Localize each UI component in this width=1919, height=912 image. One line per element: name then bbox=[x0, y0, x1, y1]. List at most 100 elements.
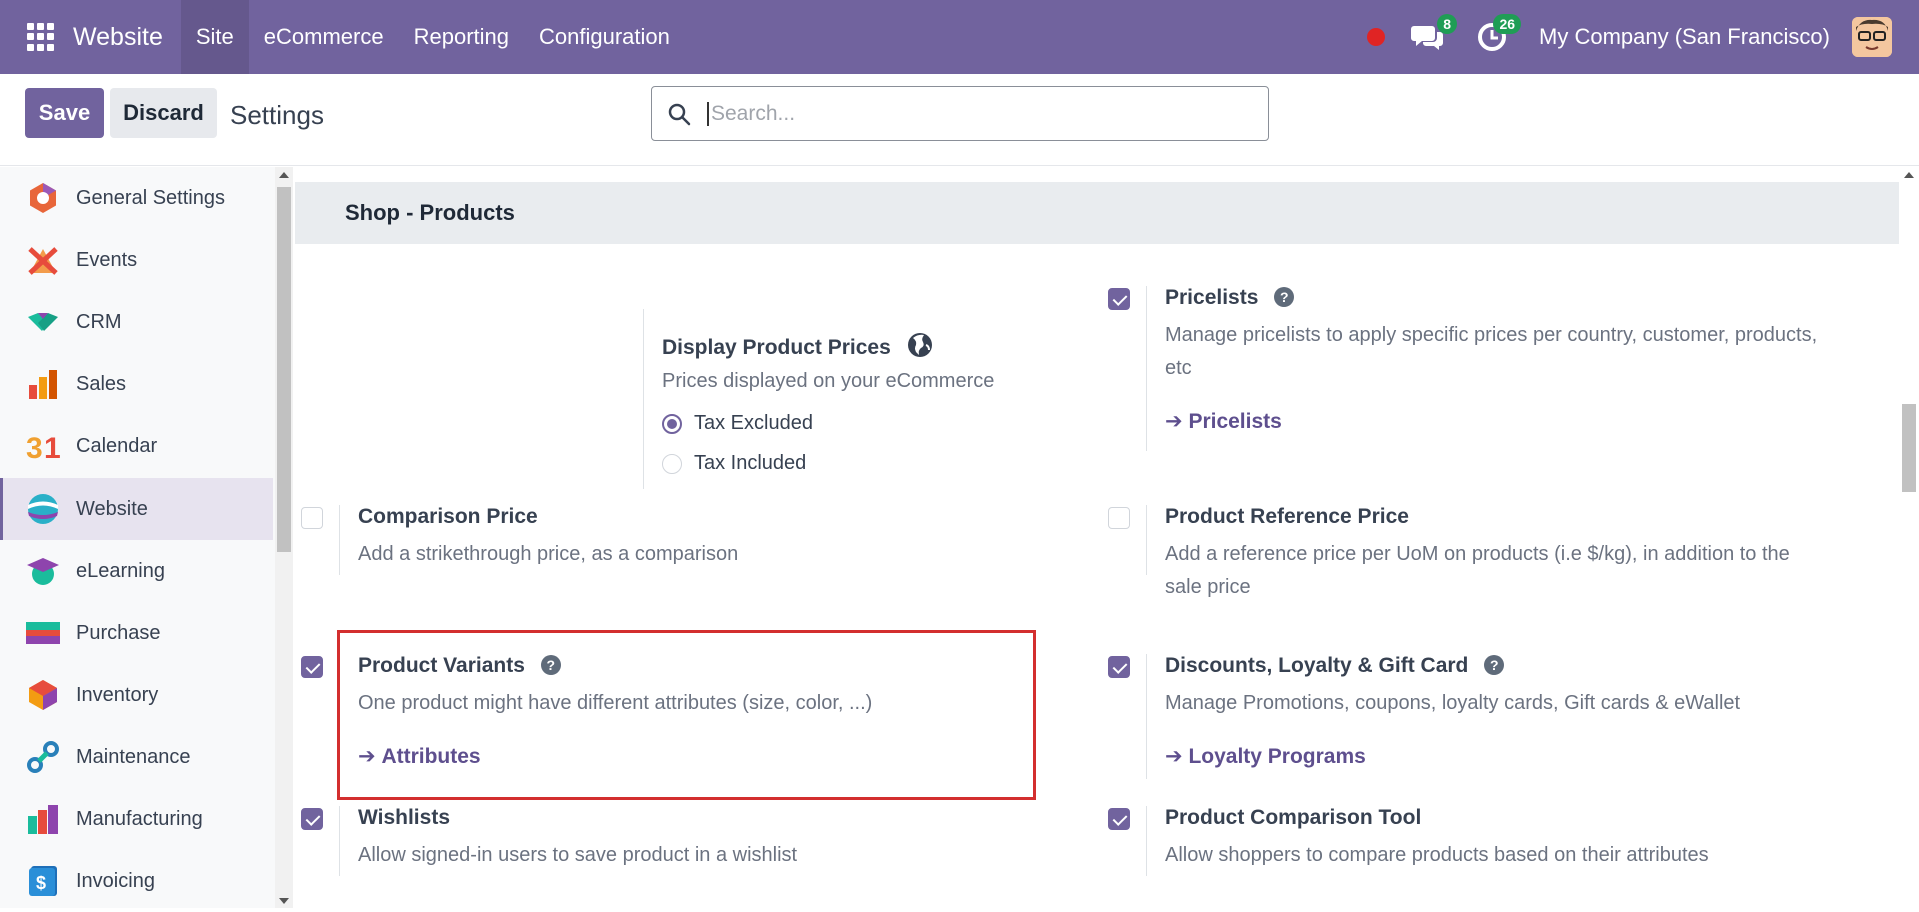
link-label: Loyalty Programs bbox=[1188, 745, 1366, 768]
globe-icon[interactable] bbox=[907, 332, 933, 358]
purchase-icon bbox=[26, 622, 60, 644]
divider bbox=[1146, 505, 1147, 575]
setting-description: Allow shoppers to compare products based… bbox=[1165, 844, 1709, 866]
elearning-icon bbox=[27, 558, 59, 585]
scroll-up-icon[interactable] bbox=[279, 172, 289, 178]
sales-icon bbox=[29, 370, 57, 399]
sidebar-item-label: Events bbox=[76, 248, 138, 271]
radio-tax-included[interactable]: Tax Included bbox=[662, 452, 806, 475]
menu-ecommerce[interactable]: eCommerce bbox=[249, 0, 399, 74]
divider bbox=[643, 309, 644, 489]
radio-button[interactable] bbox=[662, 453, 682, 474]
radio-tax-excluded[interactable]: Tax Excluded bbox=[662, 412, 813, 435]
record-dot-icon[interactable] bbox=[1367, 28, 1386, 46]
sidebar-item-purchase[interactable]: Purchase bbox=[0, 602, 273, 664]
wishlists-checkbox[interactable] bbox=[301, 808, 323, 830]
company-switcher[interactable]: My Company (San Francisco) bbox=[1539, 24, 1830, 50]
app-name[interactable]: Website bbox=[73, 23, 163, 52]
pricelists-checkbox[interactable] bbox=[1108, 288, 1130, 310]
comparison-tool-checkbox[interactable] bbox=[1108, 808, 1130, 830]
highlight-box bbox=[337, 630, 1036, 800]
calendar-icon: 3 1 bbox=[26, 432, 60, 463]
divider bbox=[1146, 806, 1147, 876]
sidebar-scrollbar[interactable] bbox=[275, 167, 293, 908]
svg-text:$: $ bbox=[36, 873, 46, 893]
comparison-price-checkbox[interactable] bbox=[301, 507, 323, 529]
sidebar-item-label: Sales bbox=[76, 372, 127, 395]
divider bbox=[1146, 286, 1147, 451]
user-avatar[interactable] bbox=[1852, 17, 1892, 57]
settings-sidebar: General Settings Events CRM Sales 3 1 Ca… bbox=[0, 167, 275, 908]
svg-text:3: 3 bbox=[26, 432, 43, 463]
setting-pricelists: Pricelists ? Manage pricelists to apply … bbox=[1108, 286, 1848, 451]
reference-price-checkbox[interactable] bbox=[1108, 507, 1130, 529]
setting-description: Allow signed-in users to save product in… bbox=[358, 844, 798, 866]
activities-button[interactable]: 26 bbox=[1475, 14, 1522, 54]
setting-title: Pricelists ? bbox=[1165, 286, 1295, 310]
sidebar-item-inventory[interactable]: Inventory bbox=[0, 664, 273, 726]
search-icon bbox=[668, 103, 691, 125]
section-title: Shop - Products bbox=[295, 182, 1899, 244]
radio-button[interactable] bbox=[662, 413, 682, 434]
divider bbox=[339, 806, 340, 876]
discounts-checkbox[interactable] bbox=[1108, 656, 1130, 678]
divider bbox=[1146, 654, 1147, 779]
setting-title-text: Pricelists bbox=[1165, 286, 1259, 309]
sidebar-item-sales[interactable]: Sales bbox=[0, 353, 273, 415]
sidebar-scroll-thumb[interactable] bbox=[277, 187, 291, 552]
sidebar-item-general-settings[interactable]: General Settings bbox=[0, 167, 273, 229]
radio-label: Tax Included bbox=[694, 452, 807, 474]
apps-grid-icon[interactable] bbox=[27, 23, 55, 51]
sidebar-item-maintenance[interactable]: Maintenance bbox=[0, 726, 273, 788]
loyalty-programs-link[interactable]: ➔ Loyalty Programs bbox=[1165, 744, 1366, 769]
sidebar-item-manufacturing[interactable]: Manufacturing bbox=[0, 788, 273, 850]
product-variants-checkbox[interactable] bbox=[301, 656, 323, 678]
setting-description: Manage pricelists to apply specific pric… bbox=[1165, 324, 1818, 379]
main-scrollbar[interactable] bbox=[1899, 167, 1919, 908]
setting-title: Display Product Prices bbox=[662, 332, 933, 360]
sidebar-item-label: General Settings bbox=[76, 186, 225, 209]
main-scroll-thumb[interactable] bbox=[1902, 404, 1916, 492]
sidebar-item-label: eLearning bbox=[76, 559, 165, 582]
top-navbar: Website Site eCommerce Reporting Configu… bbox=[0, 0, 1919, 74]
help-icon[interactable]: ? bbox=[1274, 287, 1295, 307]
save-button[interactable]: Save bbox=[25, 88, 104, 138]
pricelists-link[interactable]: ➔ Pricelists bbox=[1165, 409, 1282, 434]
menu-site[interactable]: Site bbox=[180, 0, 249, 74]
setting-title: Product Comparison Tool bbox=[1165, 806, 1422, 829]
setting-wishlists: Wishlists Allow signed-in users to save … bbox=[301, 806, 901, 876]
menu-configuration[interactable]: Configuration bbox=[524, 0, 685, 74]
sidebar-item-events[interactable]: Events bbox=[0, 229, 273, 291]
setting-description: Add a reference price per UoM on product… bbox=[1165, 543, 1790, 598]
setting-description: Manage Promotions, coupons, loyalty card… bbox=[1165, 692, 1741, 714]
help-icon[interactable]: ? bbox=[1484, 655, 1505, 675]
scroll-down-icon[interactable] bbox=[279, 898, 289, 904]
invoicing-icon: $ bbox=[29, 866, 57, 896]
scroll-up-icon[interactable] bbox=[1904, 172, 1914, 178]
sidebar-item-invoicing[interactable]: $ Invoicing bbox=[0, 850, 273, 912]
sidebar-item-label: Calendar bbox=[76, 434, 158, 457]
sidebar-item-crm[interactable]: CRM bbox=[0, 291, 273, 353]
setting-description: Prices displayed on your eCommerce bbox=[662, 370, 995, 392]
setting-title: Discounts, Loyalty & Gift Card ? bbox=[1165, 654, 1505, 678]
menu-reporting[interactable]: Reporting bbox=[399, 0, 524, 74]
sidebar-item-calendar[interactable]: 3 1 Calendar bbox=[0, 415, 273, 477]
general-settings-icon bbox=[30, 183, 56, 213]
svg-text:1: 1 bbox=[44, 432, 60, 463]
sidebar-item-website[interactable]: Website bbox=[0, 478, 273, 540]
messages-button[interactable]: 8 bbox=[1411, 14, 1458, 54]
link-label: Pricelists bbox=[1188, 410, 1282, 433]
sidebar-item-label: Website bbox=[76, 497, 148, 520]
discard-button[interactable]: Discard bbox=[110, 88, 217, 138]
sidebar-item-elearning[interactable]: eLearning bbox=[0, 540, 273, 602]
crm-icon bbox=[28, 313, 58, 331]
website-icon bbox=[28, 494, 58, 524]
setting-title: Comparison Price bbox=[358, 505, 538, 528]
manufacturing-icon bbox=[28, 805, 58, 834]
control-panel: Save Discard Settings bbox=[0, 74, 1919, 166]
search-input[interactable] bbox=[707, 101, 1227, 126]
setting-comparison-tool: Product Comparison Tool Allow shoppers t… bbox=[1108, 806, 1848, 876]
search-bar[interactable] bbox=[651, 86, 1269, 141]
breadcrumb: Settings bbox=[230, 100, 324, 130]
inventory-icon bbox=[29, 680, 57, 710]
